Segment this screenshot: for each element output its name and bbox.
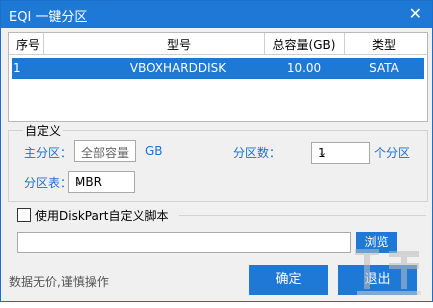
primary-partition-input[interactable]: 全部容量: [74, 140, 136, 162]
group-label: 自定义: [23, 122, 64, 139]
column-header-model: 型号: [166, 38, 191, 52]
browse-button[interactable]: 浏览: [356, 232, 397, 253]
close-icon[interactable]: ✕: [409, 4, 422, 23]
title-bar: EQI 一键分区 ✕: [1, 1, 432, 28]
partition-table-select[interactable]: MBR ⌄: [68, 171, 135, 193]
script-path-input[interactable]: [17, 232, 351, 253]
column-header-capacity: 总容量(GB): [272, 38, 336, 52]
cell-model: VBOXHARDDISK: [129, 61, 227, 75]
divider: [179, 215, 426, 216]
partition-count-suffix: 个分区: [374, 146, 411, 160]
column-header-index: 序号: [15, 38, 40, 52]
table-header: 序号 型号 总容量(GB) 类型: [9, 33, 427, 55]
cell-capacity: 10.00: [286, 61, 322, 75]
chevron-down-icon: ⌄: [75, 175, 85, 188]
custom-settings-group: 自定义 主分区： 全部容量 GB 分区数： 1 ⌄ 个分区 分区表： MBR ⌄: [8, 122, 428, 202]
cell-type: SATA: [369, 61, 399, 75]
dialog-window: EQI 一键分区 ✕ 序号 型号 总容量(GB) 类型 1 VBOXHARDDI…: [0, 0, 433, 302]
disk-table: 序号 型号 总容量(GB) 类型 1 VBOXHARDDISK 10.00 SA…: [8, 32, 428, 122]
chevron-down-icon: ⌄: [318, 146, 328, 159]
exit-button[interactable]: 退出: [338, 265, 417, 295]
column-header-type: 类型: [371, 38, 396, 52]
warning-text: 数据无价,谨慎操作: [9, 275, 109, 289]
ok-button[interactable]: 确定: [249, 265, 328, 295]
partition-count-select[interactable]: 1 ⌄: [311, 142, 370, 164]
partition-table-label: 分区表：: [24, 176, 73, 190]
window-title: EQI 一键分区: [9, 10, 88, 25]
diskpart-checkbox[interactable]: [17, 208, 31, 222]
primary-partition-value: 全部容量: [81, 146, 130, 160]
table-row[interactable]: 1 VBOXHARDDISK 10.00 SATA: [12, 58, 424, 79]
primary-partition-label: 主分区：: [24, 146, 73, 160]
diskpart-checkbox-label: 使用DiskPart自定义脚本: [35, 209, 169, 223]
partition-count-label: 分区数：: [233, 146, 282, 160]
unit-gb-label: GB: [145, 144, 163, 158]
cell-index: 1: [13, 61, 21, 75]
